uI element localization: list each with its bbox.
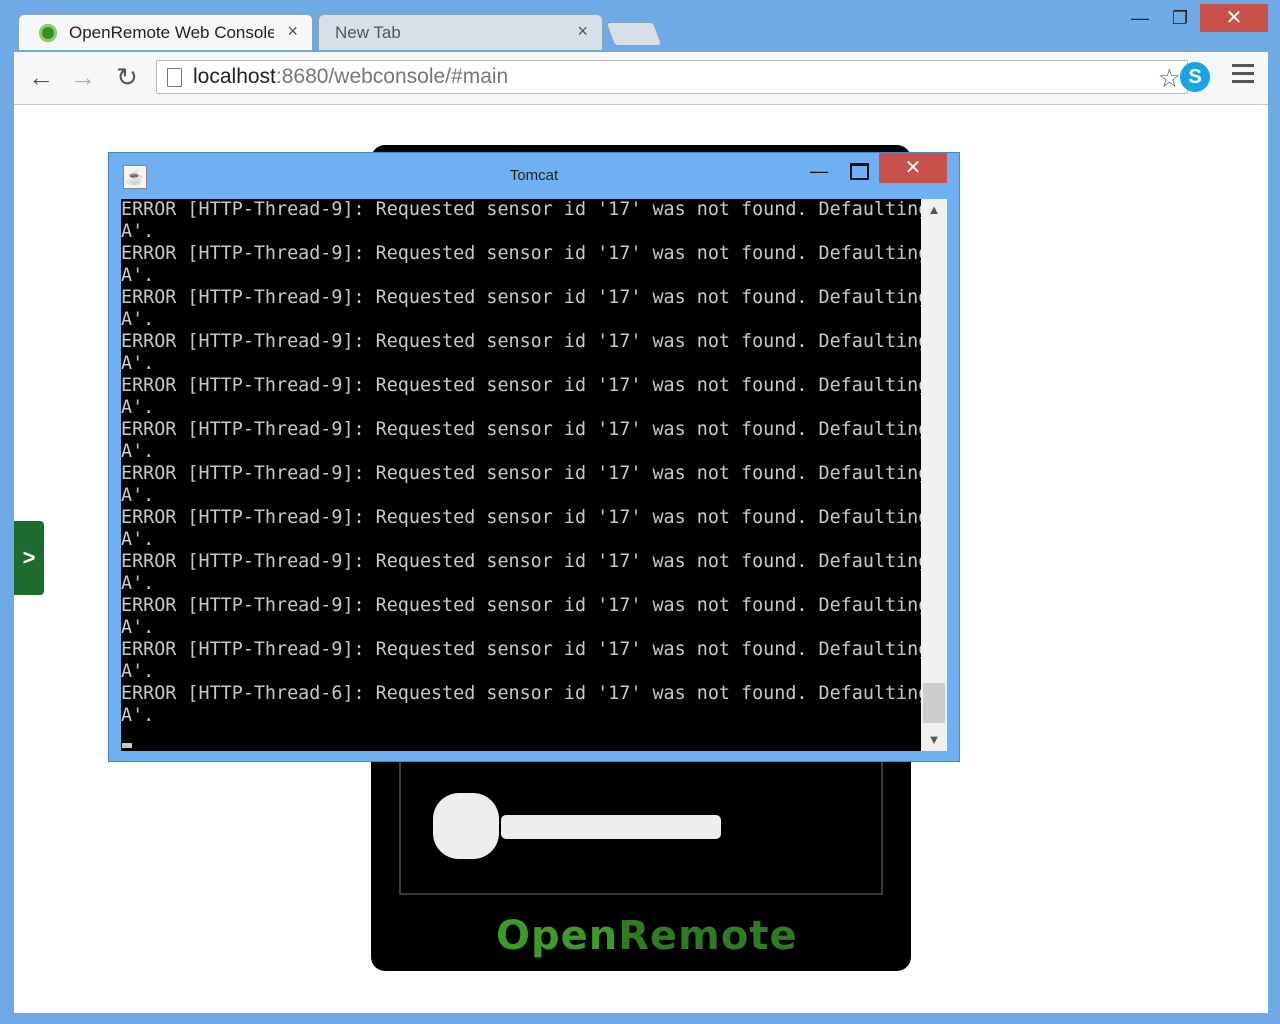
tomcat-console-window: ☕ Tomcat — ✕ ERROR [HTTP-Thread-9]: Requ… xyxy=(108,152,960,762)
console-line: A'. xyxy=(121,397,155,418)
logo-remote: Remote xyxy=(618,913,798,959)
console-line: A'. xyxy=(121,221,155,242)
logo-open: Open xyxy=(496,913,619,959)
console-line: A'. xyxy=(121,705,155,726)
console-line: A'. xyxy=(121,265,155,286)
tomcat-maximize-button[interactable] xyxy=(845,161,873,183)
openremote-logo: OpenRemote xyxy=(496,913,798,959)
address-bar[interactable]: localhost:8680/webconsole/#main ☆ xyxy=(156,60,1188,94)
tomcat-close-button[interactable]: ✕ xyxy=(879,153,947,183)
address-url[interactable]: localhost:8680/webconsole/#main xyxy=(193,65,508,89)
console-line: ERROR [HTTP-Thread-9]: Requested sensor … xyxy=(121,243,921,264)
back-button[interactable]: ← xyxy=(26,62,56,92)
new-tab-button[interactable] xyxy=(605,22,663,46)
tab-strip: OpenRemote Web Console × New Tab × — ❐ ✕ xyxy=(0,0,1280,52)
window-minimize-button[interactable]: — xyxy=(1120,4,1160,32)
browser-toolbar: ← → ↻ localhost:8680/webconsole/#main ☆ … xyxy=(14,52,1268,105)
console-line: ERROR [HTTP-Thread-9]: Requested sensor … xyxy=(121,551,921,572)
menu-icon[interactable] xyxy=(1232,64,1254,88)
address-host: localhost xyxy=(193,65,276,88)
console-line: A'. xyxy=(121,485,155,506)
console-line: A'. xyxy=(121,529,155,550)
console-line: ERROR [HTTP-Thread-9]: Requested sensor … xyxy=(121,287,921,308)
console-line: ERROR [HTTP-Thread-9]: Requested sensor … xyxy=(121,419,921,440)
console-line: ERROR [HTTP-Thread-9]: Requested sensor … xyxy=(121,463,921,484)
window-restore-button[interactable]: ❐ xyxy=(1160,4,1200,32)
console-line: A'. xyxy=(121,309,155,330)
scroll-thumb[interactable] xyxy=(923,683,945,723)
console-line: A'. xyxy=(121,573,155,594)
page-icon xyxy=(167,68,182,87)
scroll-down-icon[interactable]: ▼ xyxy=(921,729,947,751)
reload-button[interactable]: ↻ xyxy=(112,62,142,92)
slider-thumb[interactable] xyxy=(433,793,499,859)
taskbar xyxy=(0,1013,1280,1024)
tab-label: New Tab xyxy=(335,23,401,42)
tomcat-minimize-button[interactable]: — xyxy=(805,161,833,183)
console-line: ERROR [HTTP-Thread-9]: Requested sensor … xyxy=(121,331,921,352)
bookmark-star-icon[interactable]: ☆ xyxy=(1158,63,1181,94)
console-line: A'. xyxy=(121,661,155,682)
slider-track[interactable] xyxy=(501,815,721,839)
console-line: A'. xyxy=(121,441,155,462)
side-panel-toggle[interactable]: > xyxy=(14,521,44,595)
window-close-button[interactable]: ✕ xyxy=(1200,4,1268,32)
console-line: ERROR [HTTP-Thread-9]: Requested sensor … xyxy=(121,639,921,660)
console-line: ERROR [HTTP-Thread-9]: Requested sensor … xyxy=(121,375,921,396)
scroll-up-icon[interactable]: ▲ xyxy=(921,199,947,221)
console-line: ERROR [HTTP-Thread-9]: Requested sensor … xyxy=(121,507,921,528)
openremote-favicon-icon xyxy=(39,24,57,42)
console-line: ERROR [HTTP-Thread-6]: Requested sensor … xyxy=(121,683,921,704)
console-text: ERROR [HTTP-Thread-9]: Requested sensor … xyxy=(121,199,921,727)
console-line: A'. xyxy=(121,353,155,374)
tab-close-icon[interactable]: × xyxy=(577,21,588,42)
console-cursor xyxy=(122,743,132,748)
forward-button[interactable]: → xyxy=(68,62,98,92)
panel-screen xyxy=(399,745,883,895)
tab-new-tab[interactable]: New Tab × xyxy=(318,14,603,50)
tomcat-title-bar[interactable]: ☕ Tomcat — ✕ xyxy=(109,153,959,199)
tab-close-icon[interactable]: × xyxy=(287,21,298,42)
console-output[interactable]: ERROR [HTTP-Thread-9]: Requested sensor … xyxy=(121,199,921,751)
console-line: ERROR [HTTP-Thread-9]: Requested sensor … xyxy=(121,595,921,616)
address-path: :8680/webconsole/#main xyxy=(275,65,509,88)
skype-icon[interactable]: S xyxy=(1180,62,1210,92)
console-scrollbar[interactable]: ▲ ▼ xyxy=(921,199,947,751)
tab-openremote[interactable]: OpenRemote Web Console × xyxy=(18,14,313,50)
console-line: ERROR [HTTP-Thread-9]: Requested sensor … xyxy=(121,199,921,220)
console-line: A'. xyxy=(121,617,155,638)
tab-label: OpenRemote Web Console xyxy=(69,23,274,42)
